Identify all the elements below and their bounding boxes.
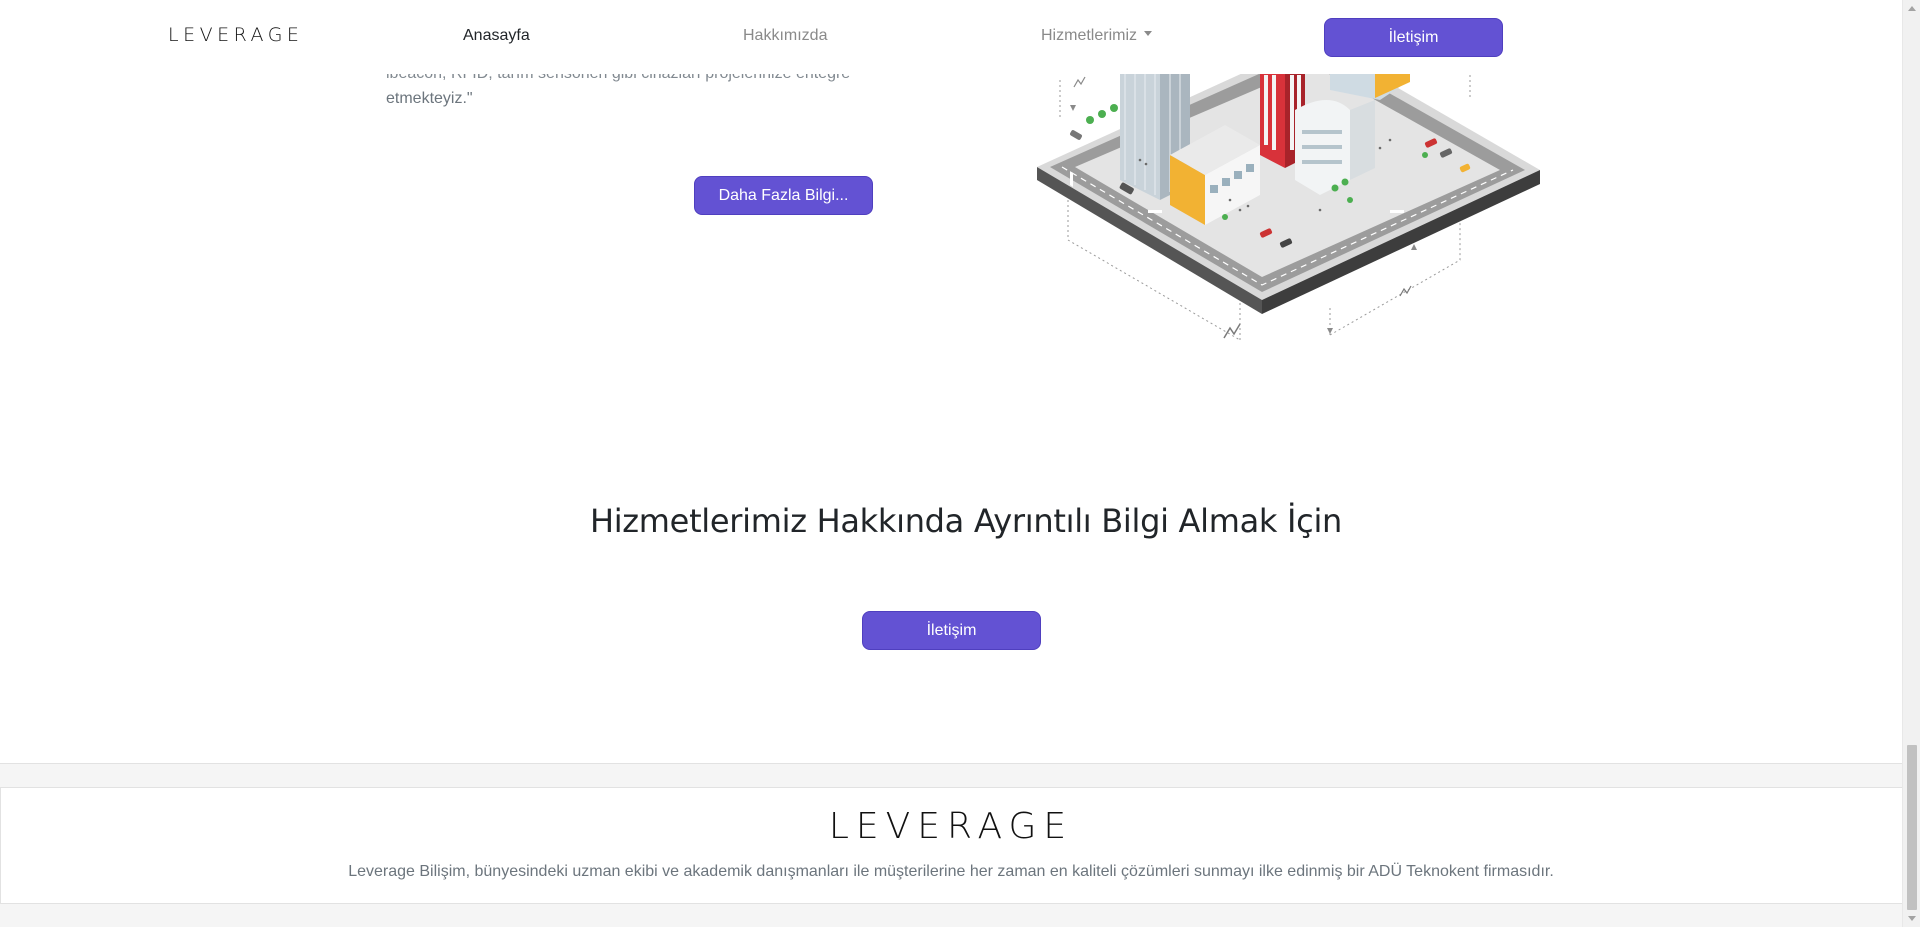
nav-link-about[interactable]: Hakkımızda xyxy=(743,27,827,45)
scroll-up-arrow-icon[interactable] xyxy=(1908,6,1916,11)
caret-down-icon xyxy=(1144,31,1152,37)
cta-contact-button[interactable]: İletişim xyxy=(862,611,1041,650)
scroll-down-arrow-icon[interactable] xyxy=(1908,916,1916,921)
more-info-button[interactable]: Daha Fazla Bilgi... xyxy=(694,176,873,215)
footer-logo: LEVERAGE xyxy=(828,806,1074,847)
footer-bottom-band xyxy=(0,903,1902,927)
nav-link-services-label: Hizmetlerimiz xyxy=(1041,27,1137,44)
intro-text-line2: etmekteyiz." xyxy=(386,90,473,107)
page-scrollbar[interactable] xyxy=(1902,0,1920,927)
scrollbar-thumb[interactable] xyxy=(1907,745,1917,910)
footer-description: Leverage Bilişim, bünyesindeki uzman eki… xyxy=(348,863,1554,880)
nav-link-services-dropdown[interactable]: Hizmetlerimiz xyxy=(1041,27,1152,45)
isometric-city-illustration xyxy=(1037,60,1540,341)
nav-link-home[interactable]: Anasayfa xyxy=(463,27,530,45)
cta-heading: Hizmetlerimiz Hakkında Ayrıntılı Bilgi A… xyxy=(589,502,1343,540)
footer-top-band xyxy=(0,763,1902,788)
navbar: LEVERAGE Anasayfa Hakkımızda Hizmetlerim… xyxy=(0,0,1902,74)
brand-logo[interactable]: LEVERAGE xyxy=(168,24,303,46)
nav-contact-button[interactable]: İletişim xyxy=(1324,18,1503,57)
page: LEVERAGE Anasayfa Hakkımızda Hizmetlerim… xyxy=(0,0,1920,927)
